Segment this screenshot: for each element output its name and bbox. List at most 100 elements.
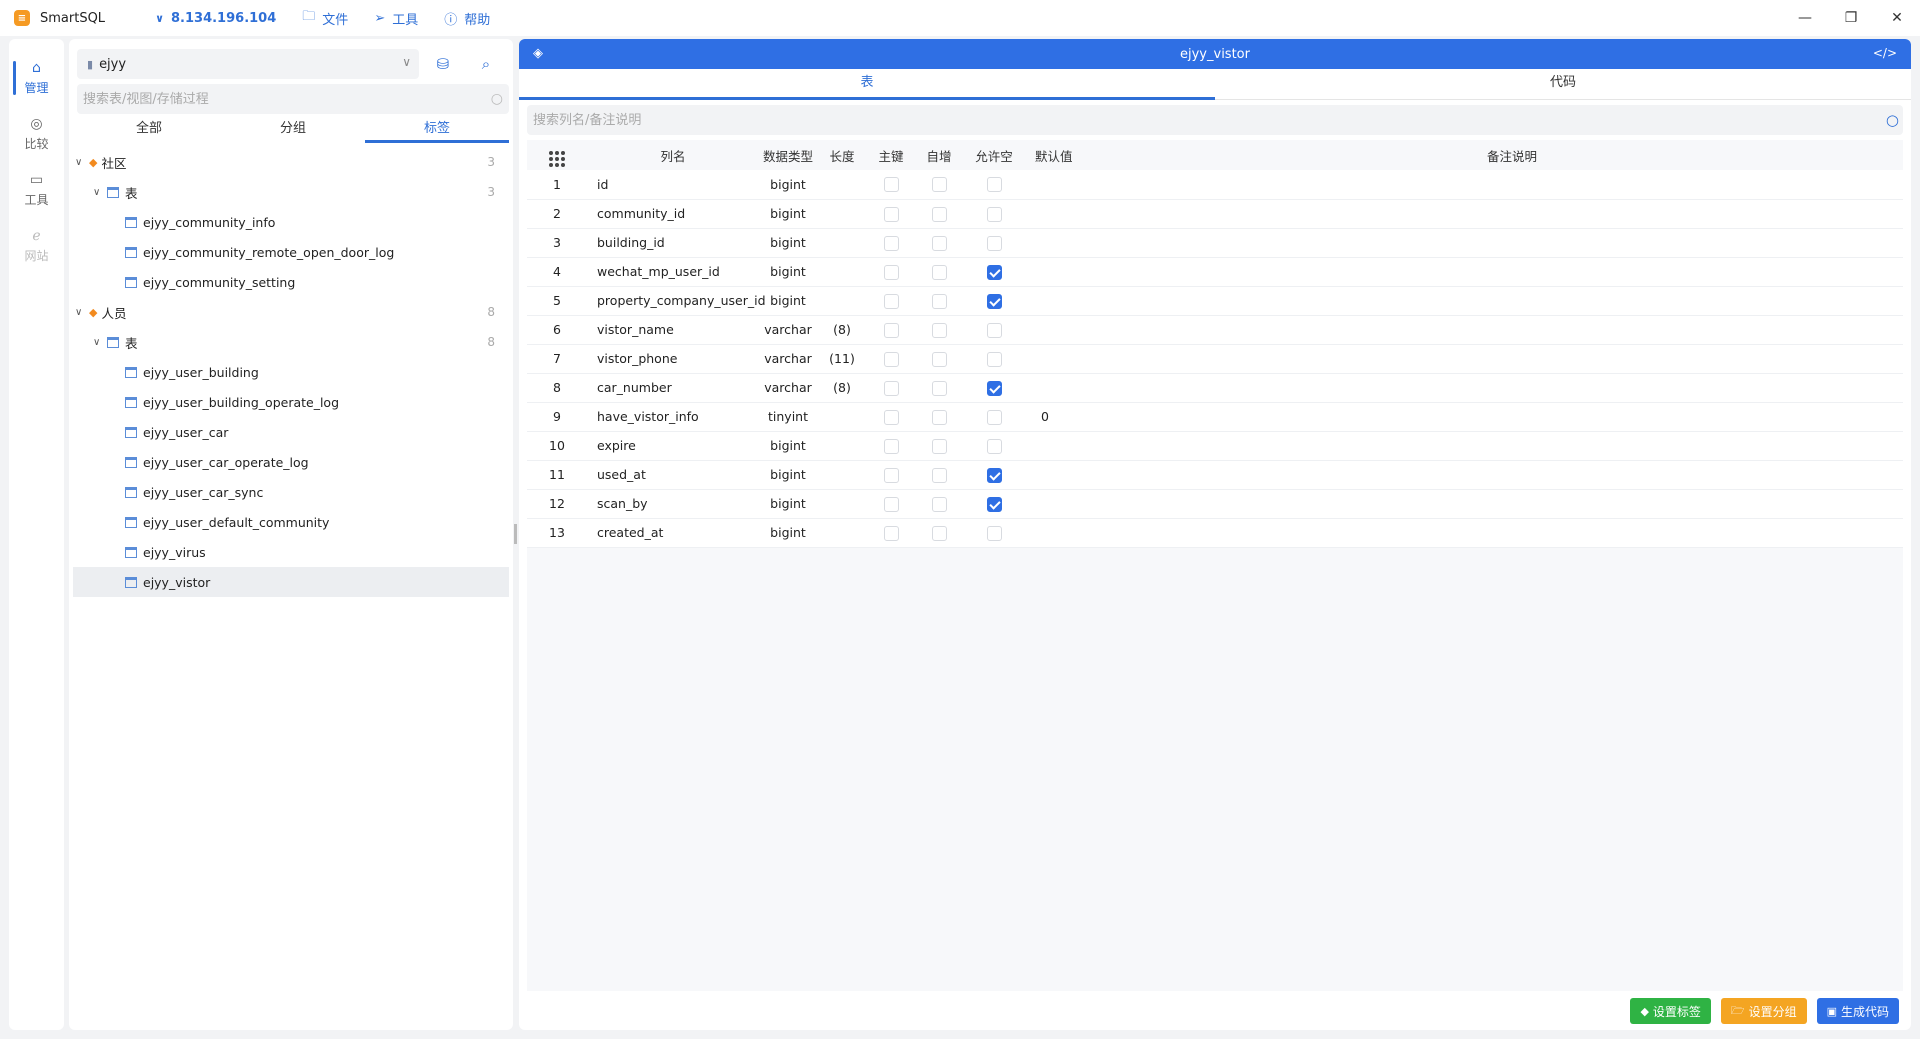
tree-table-item[interactable]: ejyy_user_car_sync xyxy=(73,477,509,507)
table-row[interactable]: 1 id bigint xyxy=(527,170,1903,200)
tab-table[interactable]: 表 xyxy=(519,70,1215,100)
nullable-checkbox[interactable] xyxy=(986,264,1002,280)
search-icon[interactable]: ○ xyxy=(1886,111,1899,129)
pk-checkbox[interactable] xyxy=(883,264,899,280)
table-row[interactable]: 5 property_company_user_id bigint xyxy=(527,286,1903,316)
table-row[interactable]: 7 vistor_phone varchar (11) xyxy=(527,344,1903,374)
nullable-checkbox[interactable] xyxy=(986,525,1002,541)
pk-checkbox[interactable] xyxy=(883,438,899,454)
col-header-default[interactable]: 默认值 xyxy=(1025,140,1121,170)
tab-code[interactable]: 代码 xyxy=(1215,70,1911,99)
nullable-checkbox[interactable] xyxy=(986,438,1002,454)
tree-table-item[interactable]: ejyy_community_setting xyxy=(73,267,509,297)
object-search-input[interactable] xyxy=(77,84,509,114)
nullable-checkbox[interactable] xyxy=(986,206,1002,222)
pk-checkbox[interactable] xyxy=(883,467,899,483)
nullable-checkbox[interactable] xyxy=(986,322,1002,338)
table-row[interactable]: 4 wechat_mp_user_id bigint xyxy=(527,257,1903,287)
table-row[interactable]: 11 used_at bigint xyxy=(527,460,1903,490)
col-header-comment[interactable]: 备注说明 xyxy=(1121,140,1903,170)
tree-table-item[interactable]: ejyy_user_building_operate_log xyxy=(73,387,509,417)
col-header-type[interactable]: 数据类型 xyxy=(759,140,817,170)
pk-checkbox[interactable] xyxy=(883,293,899,309)
nullable-checkbox[interactable] xyxy=(986,351,1002,367)
tree-table-item[interactable]: ejyy_community_remote_open_door_log xyxy=(73,237,509,267)
generate-code-button[interactable]: ▣ 生成代码 xyxy=(1816,998,1899,1024)
table-row[interactable]: 9 have_vistor_info tinyint 0 xyxy=(527,402,1903,432)
set-tag-button[interactable]: ◆ 设置标签 xyxy=(1630,998,1711,1024)
ai-checkbox[interactable] xyxy=(931,235,947,251)
pk-checkbox[interactable] xyxy=(883,351,899,367)
nav-compare[interactable]: ◎ 比较 xyxy=(9,109,64,159)
table-row[interactable]: 10 expire bigint xyxy=(527,431,1903,461)
ai-checkbox[interactable] xyxy=(931,177,947,193)
tree-table-item-selected[interactable]: ejyy_vistor xyxy=(73,567,509,597)
col-header-nullable[interactable]: 允许空 xyxy=(963,140,1025,170)
ai-checkbox[interactable] xyxy=(931,380,947,396)
col-header-name[interactable]: 列名 xyxy=(587,140,759,170)
nullable-checkbox[interactable] xyxy=(986,409,1002,425)
tab-all[interactable]: 全部 xyxy=(77,119,221,143)
tree-group-community[interactable]: ∨ ◆ 社区 3 xyxy=(73,147,509,177)
pk-checkbox[interactable] xyxy=(883,496,899,512)
database-search-icon[interactable]: ⌕ xyxy=(474,52,498,76)
ai-checkbox[interactable] xyxy=(931,438,947,454)
close-icon[interactable]: ✕ xyxy=(1874,0,1920,36)
database-select[interactable]: ▮ ejyy ∨ xyxy=(77,49,419,79)
pk-checkbox[interactable] xyxy=(883,525,899,541)
nullable-checkbox[interactable] xyxy=(986,467,1002,483)
set-group-button[interactable]: 🗁 设置分组 xyxy=(1720,998,1807,1024)
tree-table-item[interactable]: ejyy_community_info xyxy=(73,207,509,237)
nav-website[interactable]: ℯ 网站 xyxy=(9,221,64,271)
nullable-checkbox[interactable] xyxy=(986,293,1002,309)
pk-checkbox[interactable] xyxy=(883,409,899,425)
ai-checkbox[interactable] xyxy=(931,351,947,367)
pk-checkbox[interactable] xyxy=(883,380,899,396)
pk-checkbox[interactable] xyxy=(883,177,899,193)
database-refresh-icon[interactable]: ⛁ xyxy=(431,52,455,76)
menu-tools[interactable]: ➢ 工具 xyxy=(374,9,418,28)
ai-checkbox[interactable] xyxy=(931,206,947,222)
tree-folder-tables[interactable]: ∨ 表 8 xyxy=(73,327,509,357)
pk-checkbox[interactable] xyxy=(883,322,899,338)
table-row[interactable]: 2 community_id bigint xyxy=(527,199,1903,229)
code-icon[interactable]: </> xyxy=(1873,46,1897,60)
restore-icon[interactable]: ❐ xyxy=(1828,0,1874,36)
tab-group[interactable]: 分组 xyxy=(221,119,365,143)
tree-group-people[interactable]: ∨ ◆ 人员 8 xyxy=(73,297,509,327)
nullable-checkbox[interactable] xyxy=(986,177,1002,193)
col-header-pk[interactable]: 主键 xyxy=(867,140,915,170)
column-search-input[interactable] xyxy=(527,105,1903,135)
pk-checkbox[interactable] xyxy=(883,206,899,222)
menu-file[interactable]: 🗀 文件 xyxy=(302,7,348,29)
tree-table-item[interactable]: ejyy_user_default_community xyxy=(73,507,509,537)
tree-table-item[interactable]: ejyy_virus xyxy=(73,537,509,567)
panel-splitter[interactable] xyxy=(514,524,517,544)
tree-table-item[interactable]: ejyy_user_building xyxy=(73,357,509,387)
table-row[interactable]: 13 created_at bigint xyxy=(527,518,1903,548)
ai-checkbox[interactable] xyxy=(931,322,947,338)
grid-menu-icon[interactable] xyxy=(527,140,587,170)
table-row[interactable]: 12 scan_by bigint xyxy=(527,489,1903,519)
ai-checkbox[interactable] xyxy=(931,467,947,483)
ai-checkbox[interactable] xyxy=(931,409,947,425)
tab-tag[interactable]: 标签 xyxy=(365,119,509,143)
nav-tools[interactable]: ▭ 工具 xyxy=(9,165,64,215)
ai-checkbox[interactable] xyxy=(931,496,947,512)
col-header-length[interactable]: 长度 xyxy=(817,140,867,170)
tree-table-item[interactable]: ejyy_user_car xyxy=(73,417,509,447)
table-row[interactable]: 8 car_number varchar (8) xyxy=(527,373,1903,403)
table-row[interactable]: 3 building_id bigint xyxy=(527,228,1903,258)
nullable-checkbox[interactable] xyxy=(986,496,1002,512)
search-icon[interactable]: ○ xyxy=(491,91,503,107)
ai-checkbox[interactable] xyxy=(931,264,947,280)
col-header-autoinc[interactable]: 自增 xyxy=(915,140,963,170)
nav-manage[interactable]: ⌂ 管理 xyxy=(9,53,64,103)
nullable-checkbox[interactable] xyxy=(986,380,1002,396)
tree-table-item[interactable]: ejyy_user_car_operate_log xyxy=(73,447,509,477)
pk-checkbox[interactable] xyxy=(883,235,899,251)
tree-folder-tables[interactable]: ∨ 表 3 xyxy=(73,177,509,207)
ai-checkbox[interactable] xyxy=(931,293,947,309)
ai-checkbox[interactable] xyxy=(931,525,947,541)
nullable-checkbox[interactable] xyxy=(986,235,1002,251)
